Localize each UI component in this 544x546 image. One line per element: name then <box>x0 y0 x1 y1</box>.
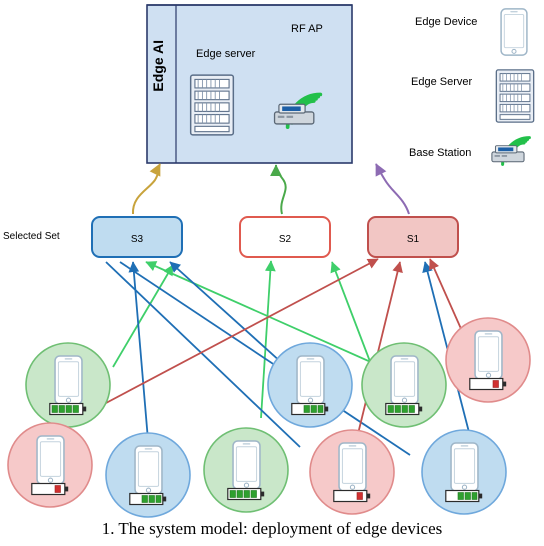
device-node[interactable] <box>25 342 111 428</box>
legend-icon-edge-device <box>500 8 528 56</box>
selected-node-s2-label: S2 <box>279 234 292 245</box>
uplink-s1 <box>375 163 410 215</box>
edge-server-graphic <box>189 74 235 136</box>
legend-icon-base-station <box>490 136 531 166</box>
edge-server-label: Edge server <box>196 48 256 60</box>
device-node[interactable] <box>445 317 531 403</box>
link-blue-4 <box>105 261 301 448</box>
selected-node-s1-label: S1 <box>407 234 420 245</box>
device-node[interactable] <box>203 427 289 513</box>
link-blue-5 <box>119 261 411 456</box>
selected-node-s2[interactable]: S2 <box>239 216 331 258</box>
figure-canvas: S3 S2 S1 Edge AI Edge server RF AP Selec… <box>0 0 544 546</box>
legend-label-base-station: Base Station <box>409 147 472 159</box>
device-node[interactable] <box>7 422 93 508</box>
selected-node-s1[interactable]: S1 <box>367 216 459 258</box>
selected-node-s3[interactable]: S3 <box>91 216 183 258</box>
device-node[interactable] <box>267 342 353 428</box>
edge-ai-label: Edge AI <box>150 40 166 92</box>
device-node[interactable] <box>309 429 395 515</box>
legend-icon-edge-server <box>495 69 535 123</box>
rf-ap-label: RF AP <box>291 23 323 35</box>
device-node[interactable] <box>421 429 507 515</box>
device-node[interactable] <box>361 342 447 428</box>
selected-node-s3-label: S3 <box>131 234 144 245</box>
legend-label-edge-server: Edge Server <box>411 76 473 88</box>
device-node[interactable] <box>105 432 191 518</box>
uplink-s3 <box>131 163 161 215</box>
uplink-s2 <box>270 164 287 215</box>
selected-set-label: Selected Set <box>3 231 60 242</box>
link-blue-3 <box>169 261 293 373</box>
link-green-4 <box>145 261 383 368</box>
link-green-1 <box>112 264 174 368</box>
legend-label-edge-device: Edge Device <box>415 16 478 28</box>
figure-caption: 1. The system model: deployment of edge … <box>101 519 443 538</box>
